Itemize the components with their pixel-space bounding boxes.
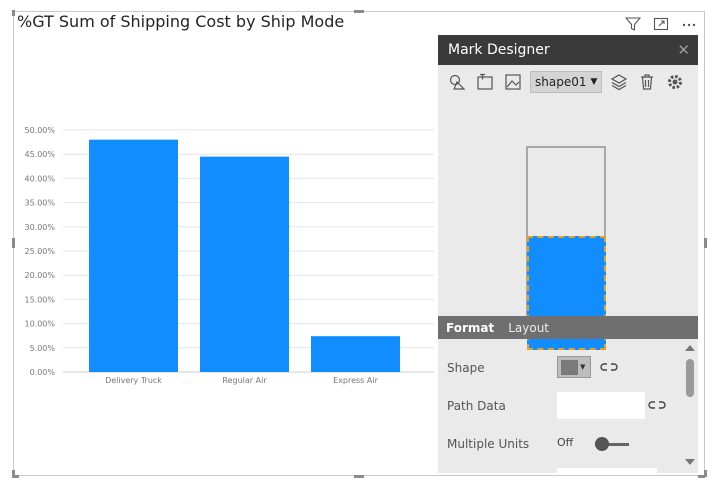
chevron-down-icon: ▼ [580,363,586,371]
link-icon[interactable] [648,399,666,413]
path-data-label: Path Data [447,399,506,413]
y-tick-label: 10.00% [24,320,55,329]
shape-label: Shape [447,361,485,375]
bar[interactable] [200,156,289,372]
link-icon[interactable] [600,361,618,375]
y-tick-label: 50.00% [24,126,55,135]
property-list: Shape ▼ Path Data Multiple Units Off [438,339,682,473]
next-input-field[interactable] [557,468,657,473]
delete-icon[interactable] [636,71,658,93]
shape-selector[interactable]: shape01 ▼ [530,71,603,93]
bar-chart: 0.00% 5.00% 10.00% 15.00% 20.00% 25.00% 30.00%… [24,126,434,385]
focus-mode-icon[interactable] [652,15,670,33]
chevron-down-icon: ▼ [590,77,598,87]
resize-handle-bottom-left-h[interactable] [12,475,19,478]
scroll-up-icon[interactable] [685,345,695,351]
multiple-units-label: Multiple Units [447,437,530,451]
filter-icon[interactable] [624,15,642,33]
add-shape-icon[interactable] [446,71,468,93]
bar[interactable] [311,336,400,372]
y-tick-label: 45.00% [24,150,55,159]
selected-shape-label: shape01 [535,75,587,89]
add-image-icon[interactable] [502,71,524,93]
path-data-input[interactable] [557,392,645,419]
y-tick-label: 5.00% [30,344,56,353]
color-swatch [561,359,578,375]
tab-layout[interactable]: Layout [508,321,549,335]
resize-handle-right[interactable] [704,238,707,248]
shape-color-picker[interactable]: ▼ [557,356,591,378]
y-tick-label: 20.00% [24,271,55,280]
property-tabs: Format Layout [438,316,698,339]
resize-handle-top-left[interactable] [12,10,15,16]
tab-format[interactable]: Format [446,321,494,335]
visual-title: %GT Sum of Shipping Cost by Ship Mode [17,12,345,31]
y-tick-label: 40.00% [24,174,55,183]
y-tick-label: 15.00% [24,295,55,304]
y-tick-label: 25.00% [24,247,55,256]
scroll-thumb[interactable] [686,359,694,397]
bar[interactable] [89,139,178,372]
resize-handle-bottom-right[interactable] [704,470,707,477]
settings-icon[interactable] [664,71,686,93]
y-tick-label: 35.00% [24,199,55,208]
visual-header-icons [624,15,698,33]
x-tick-label: Regular Air [222,376,267,385]
resize-handle-bottom[interactable] [354,475,364,478]
mark-canvas[interactable] [438,99,698,350]
more-options-icon[interactable] [680,15,698,33]
mark-designer-panel: Mark Designer ✕ shape01 ▼ Format Layout … [438,35,698,473]
y-tick-label: 30.00% [24,223,55,232]
resize-handle-top[interactable] [354,10,364,13]
panel-title: Mark Designer [448,42,550,58]
scroll-down-icon[interactable] [685,459,695,465]
toggle-state-label: Off [557,436,574,449]
property-scrollbar[interactable] [682,339,698,473]
designer-toolbar: shape01 ▼ [438,65,698,99]
panel-header: Mark Designer ✕ [438,35,698,65]
close-icon[interactable]: ✕ [677,41,690,59]
add-text-icon[interactable] [474,71,496,93]
layers-icon[interactable] [608,71,630,93]
multiple-units-toggle[interactable] [595,437,609,451]
x-tick-label: Express Air [333,376,378,385]
y-tick-label: 0.00% [30,368,56,377]
x-tick-label: Delivery Truck [105,376,162,385]
